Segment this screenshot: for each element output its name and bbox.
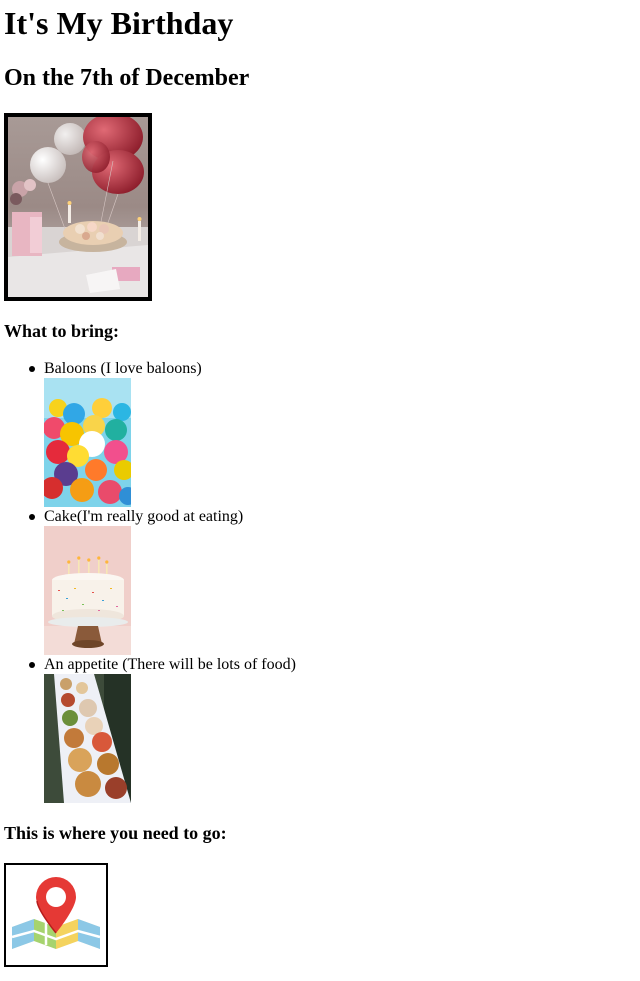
food-buffet-photo: [44, 674, 131, 803]
bullet: [29, 514, 35, 520]
map-pin-icon[interactable]: [4, 863, 108, 967]
list-item: An appetite (There will be lots of food): [29, 655, 636, 803]
list-item-label: An appetite (There will be lots of food): [44, 656, 296, 673]
list-item: Cake(I'm really good at eating): [29, 507, 636, 655]
page-subtitle: On the 7th of December: [4, 65, 250, 91]
what-to-bring-heading: What to bring:: [4, 321, 120, 341]
page: It's My Birthday On the 7th of December: [0, 0, 640, 967]
bullet: [29, 366, 35, 372]
list-item-label: Cake(I'm really good at eating): [44, 508, 244, 525]
list-item: Baloons (I love baloons): [29, 359, 636, 507]
page-title: It's My Birthday: [4, 5, 234, 41]
balloons-photo: [44, 378, 131, 507]
bring-list: Baloons (I love baloons) Cake(I'm really…: [4, 359, 636, 803]
list-item-label: Baloons (I love baloons): [44, 360, 202, 377]
where-to-go-heading: This is where you need to go:: [4, 823, 227, 843]
cake-photo: [44, 526, 131, 655]
bullet: [29, 662, 35, 668]
party-table-photo: [4, 113, 152, 301]
